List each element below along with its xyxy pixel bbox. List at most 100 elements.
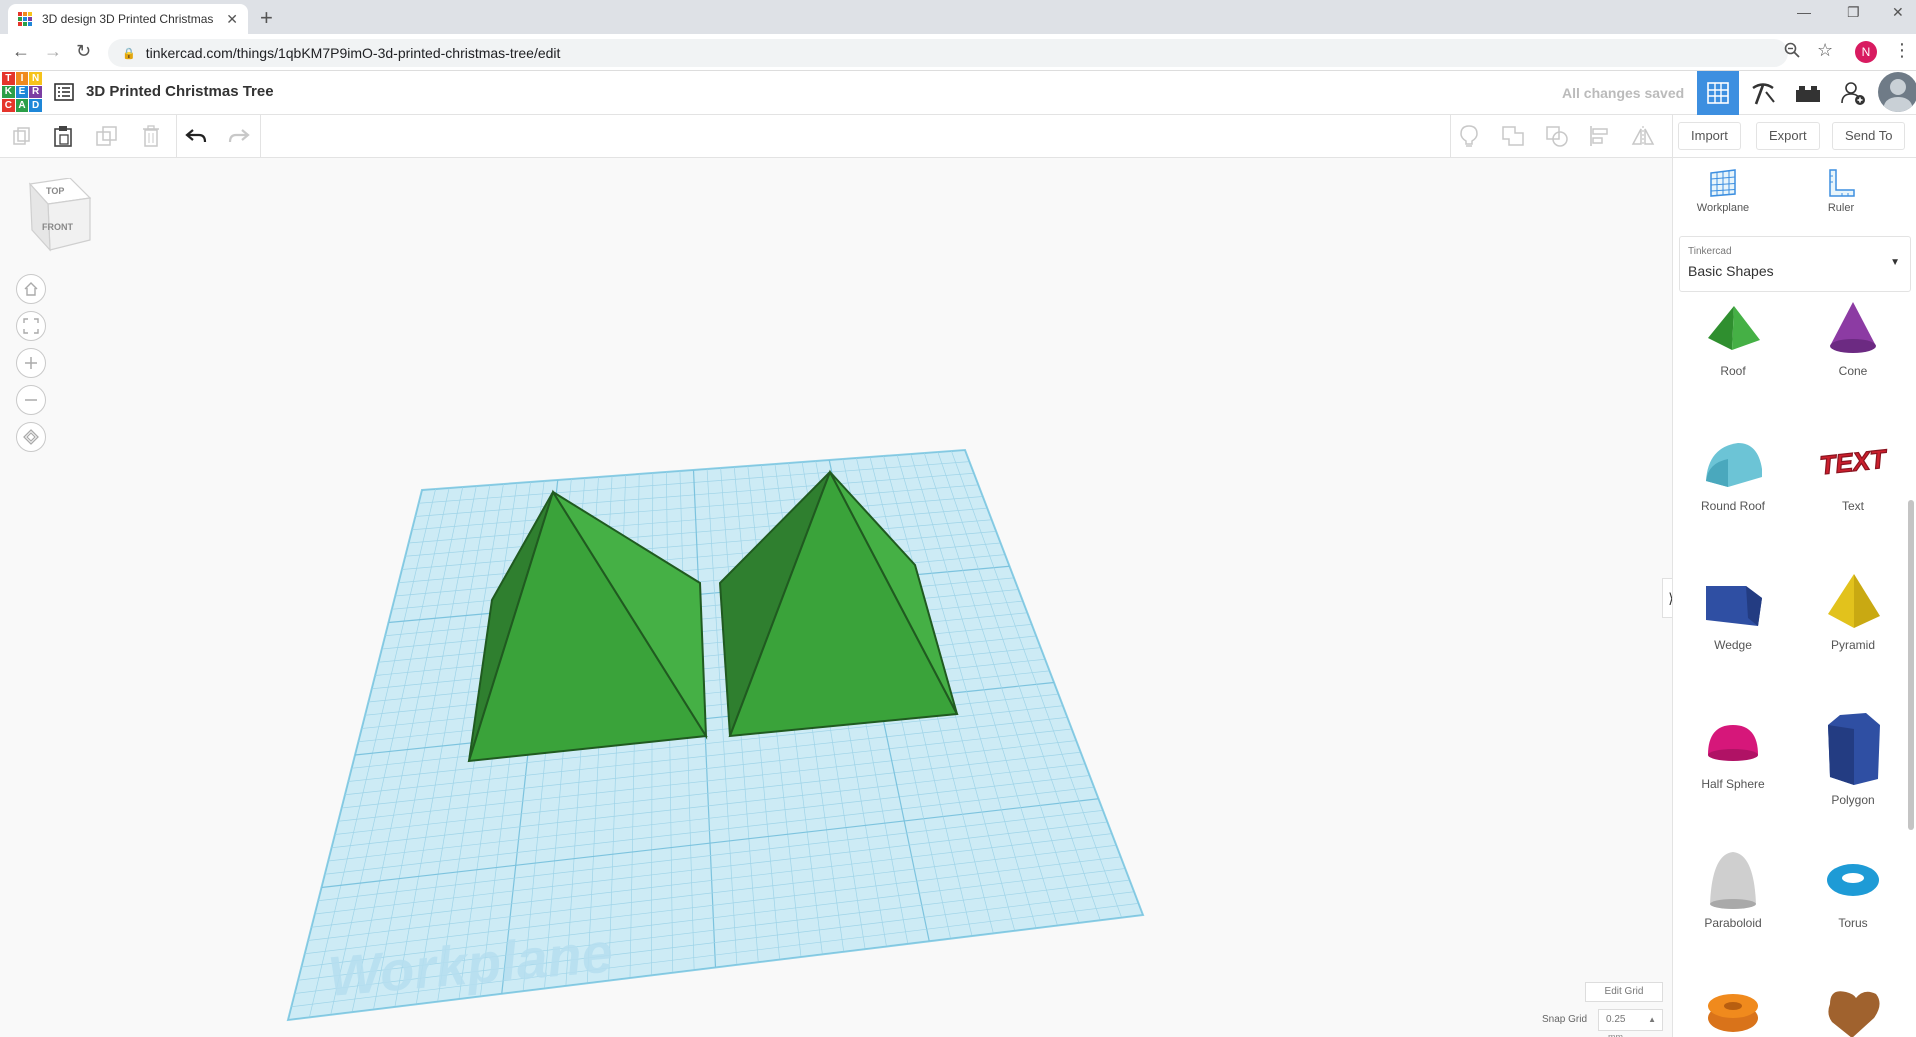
shape-paraboloid[interactable]: Paraboloid [1677, 850, 1789, 930]
design-title[interactable]: 3D Printed Christmas Tree [86, 83, 274, 100]
toolbar-divider [260, 115, 261, 158]
zoom-icon[interactable] [1784, 42, 1800, 63]
view-cube-top-label[interactable]: TOP [46, 186, 64, 196]
heart-icon [1828, 991, 1880, 1037]
logo-letter: A [15, 99, 29, 112]
invite-user-button[interactable] [1832, 71, 1874, 115]
home-view-button[interactable] [16, 274, 46, 304]
notes-button[interactable] [1454, 121, 1484, 151]
shape-pyramid[interactable]: Pyramid [1797, 572, 1909, 652]
ungroup-button[interactable] [1542, 121, 1572, 151]
home-icon [24, 282, 38, 296]
tab-close-icon[interactable]: ✕ [226, 11, 238, 28]
export-button[interactable]: Export [1756, 122, 1820, 150]
zoom-out-button[interactable] [16, 385, 46, 415]
new-tab-button[interactable]: + [260, 5, 273, 31]
shape-tube[interactable] [1677, 982, 1789, 1037]
shape-library-select[interactable]: Tinkercad Basic Shapes ▼ [1679, 236, 1911, 292]
reload-icon[interactable]: ↻ [76, 41, 91, 62]
tinkercad-logo[interactable]: T I N K E R C A D [2, 72, 42, 112]
back-arrow-icon[interactable]: ← [12, 41, 30, 62]
bricks-view-button[interactable] [1787, 71, 1829, 115]
pickaxe-icon [1752, 83, 1775, 105]
logo-letter: D [29, 99, 42, 112]
toolbar-divider [1450, 115, 1451, 158]
copy-button[interactable] [7, 121, 37, 151]
shape-half-sphere[interactable]: Half Sphere [1677, 711, 1789, 791]
fit-icon [23, 318, 39, 334]
library-source: Tinkercad [1688, 246, 1732, 257]
mirror-button[interactable] [1628, 121, 1658, 151]
view-cube-front-label[interactable]: FRONT [42, 222, 73, 232]
blocks-view-button[interactable] [1742, 71, 1784, 115]
duplicate-button[interactable] [92, 121, 122, 151]
brick-icon [1796, 86, 1820, 102]
lock-icon: 🔒 [122, 47, 136, 60]
mirror-icon [1631, 126, 1655, 146]
design-list-icon[interactable] [54, 83, 74, 101]
tinkercad-favicon-icon [18, 12, 32, 26]
view-cube[interactable]: TOP FRONT [28, 177, 92, 259]
browser-tab[interactable]: 3D design 3D Printed Christmas ✕ [8, 4, 248, 34]
shape-text[interactable]: TEXT Text [1797, 433, 1909, 513]
panel-collapse-tab[interactable]: ⟩ [1662, 578, 1672, 618]
snap-grid-label: Snap Grid [1542, 1014, 1588, 1025]
browser-profile-avatar[interactable]: N [1855, 41, 1877, 63]
workplane-tool-button[interactable]: Workplane [1683, 168, 1763, 214]
tube-icon [1708, 994, 1758, 1032]
shape-label: Wedge [1714, 638, 1752, 652]
browser-menu-icon[interactable]: ⋮ [1893, 40, 1911, 61]
redo-button[interactable] [224, 121, 254, 151]
shape-round-roof[interactable]: Round Roof [1677, 433, 1789, 513]
3d-view-button[interactable] [1697, 71, 1739, 115]
minimize-icon[interactable]: — [1797, 4, 1811, 20]
shape-torus[interactable]: Torus [1797, 850, 1909, 930]
restore-icon[interactable]: ❐ [1847, 4, 1860, 21]
shape-roof[interactable]: Roof [1677, 298, 1789, 378]
ruler-icon [1829, 169, 1855, 197]
user-avatar[interactable] [1878, 72, 1916, 112]
paste-button[interactable] [48, 121, 78, 151]
plus-icon [25, 357, 37, 369]
group-button[interactable] [1498, 121, 1528, 151]
edit-grid-button[interactable]: Edit Grid [1585, 982, 1663, 1002]
send-to-button[interactable]: Send To [1832, 122, 1906, 150]
bookmark-star-icon[interactable]: ☆ [1817, 40, 1833, 61]
logo-letter: E [15, 85, 29, 99]
add-user-icon [1841, 82, 1865, 105]
workplane-tool-label: Workplane [1696, 202, 1750, 214]
shape-heart[interactable] [1797, 982, 1909, 1037]
forward-arrow-icon[interactable]: → [44, 41, 62, 62]
3d-canvas[interactable]: Workplane TOP FRONT Edit Grid Snap Grid … [0, 158, 1672, 1037]
zoom-in-button[interactable] [16, 348, 46, 378]
ruler-tool-button[interactable]: Ruler [1801, 168, 1881, 214]
copy-icon [13, 127, 30, 145]
undo-button[interactable] [181, 121, 211, 151]
delete-button[interactable] [136, 121, 166, 151]
tab-title: 3D design 3D Printed Christmas [42, 12, 214, 26]
align-button[interactable] [1585, 121, 1615, 151]
url-text: tinkercad.com/things/1qbKM7P9imO-3d-prin… [145, 45, 561, 61]
shape-cone[interactable]: Cone [1797, 298, 1909, 378]
half-sphere-icon [1708, 725, 1758, 761]
window-close-icon[interactable]: ✕ [1892, 4, 1904, 21]
caret-down-icon: ▼ [1890, 257, 1900, 268]
shape-polygon[interactable]: Polygon [1797, 711, 1909, 807]
perspective-button[interactable] [16, 422, 46, 452]
polygon-icon [1828, 713, 1880, 785]
panel-scrollbar[interactable] [1908, 500, 1914, 830]
cone-icon [1830, 302, 1876, 353]
url-field[interactable]: 🔒 tinkercad.com/things/1qbKM7P9imO-3d-pr… [108, 39, 1788, 67]
shape-wedge[interactable]: Wedge [1677, 572, 1789, 652]
round-roof-icon [1706, 443, 1762, 487]
import-button[interactable]: Import [1678, 122, 1741, 150]
paraboloid-icon [1710, 852, 1756, 909]
snap-grid-select[interactable]: 0.25 ▲ [1598, 1009, 1663, 1031]
toolbar-divider [176, 115, 177, 158]
workplane-scene[interactable]: Workplane [0, 158, 1672, 1037]
fit-view-button[interactable] [16, 311, 46, 341]
browser-tab-bar: 3D design 3D Printed Christmas ✕ + — ❐ ✕ [0, 0, 1916, 34]
shape-label: Half Sphere [1701, 777, 1765, 791]
workplane-icon [1710, 169, 1736, 197]
torus-icon [1827, 864, 1879, 896]
